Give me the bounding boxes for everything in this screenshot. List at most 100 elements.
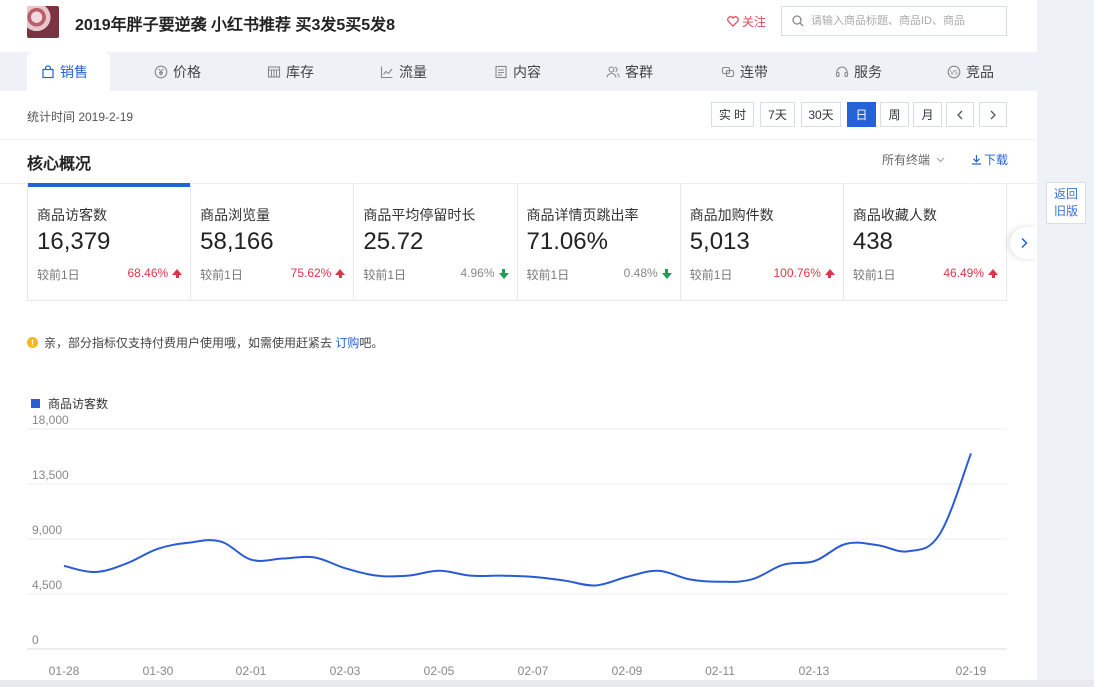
tab-content-label: 内容 — [513, 63, 541, 80]
prev-period-button[interactable] — [946, 102, 974, 127]
arrow-down-icon — [661, 269, 672, 279]
yen-icon — [154, 65, 168, 78]
tab-inventory-label: 库存 — [286, 63, 314, 80]
tab-service[interactable]: 服务 — [835, 52, 882, 91]
bottom-toolbar — [0, 680, 1094, 687]
metric-card-visitors[interactable]: 商品访客数 16,379 较前1日 68.46% — [28, 183, 192, 300]
period-day[interactable]: 日 — [847, 102, 876, 127]
x-tick-label: 02-11 — [705, 664, 735, 678]
metric-value: 71.06% — [526, 228, 608, 255]
arrow-up-icon — [335, 269, 346, 278]
metric-card-bounce-rate[interactable]: 商品详情页跳出率 71.06% 较前1日 0.48% — [518, 183, 681, 300]
divider — [0, 139, 1037, 140]
follow-label: 关注 — [742, 15, 767, 29]
chevron-right-icon — [1020, 237, 1028, 249]
metric-compare-label: 较前1日 — [526, 268, 570, 282]
vs-icon: VS — [947, 65, 961, 78]
series-line-visitors[interactable] — [63, 453, 972, 587]
period-week[interactable]: 周 — [880, 102, 909, 127]
tab-traffic[interactable]: 流量 — [380, 52, 427, 91]
tab-customers-label: 客群 — [625, 63, 653, 80]
metric-card-add-to-cart[interactable]: 商品加购件数 5,013 较前1日 100.76% — [681, 183, 844, 300]
period-30days[interactable]: 30天 — [801, 102, 841, 127]
product-title: 2019年胖子要逆袭 小红书推荐 买3发5买5发8 — [75, 17, 396, 34]
search-input[interactable] — [811, 15, 986, 27]
legend-label: 商品访客数 — [48, 397, 109, 411]
paid-notice: ! 亲，部分指标仅支持付费用户使用哦，如需使用赶紧去 订购吧。 — [27, 334, 383, 351]
download-icon — [972, 155, 981, 165]
chart-legend[interactable]: 商品访客数 — [31, 395, 108, 412]
legend-swatch — [31, 399, 40, 408]
svg-text:VS: VS — [950, 69, 958, 76]
x-tick-label: 02-05 — [424, 664, 455, 678]
metric-card-pageviews[interactable]: 商品浏览量 58,166 较前1日 75.62% — [191, 183, 355, 300]
tab-sales[interactable]: 销售 — [27, 52, 110, 91]
metric-change: 68.46% — [127, 266, 183, 280]
follow-button[interactable]: 关注 — [727, 13, 766, 30]
metric-change: 4.96% — [460, 266, 509, 280]
headset-icon — [835, 66, 849, 77]
tab-customers[interactable]: 客群 — [606, 52, 653, 91]
stat-time: 统计时间 2019-2-19 — [27, 110, 134, 124]
tab-price[interactable]: 价格 — [154, 52, 201, 91]
metric-value: 58,166 — [200, 228, 274, 255]
metric-card-favorites[interactable]: 商品收藏人数 438 较前1日 46.49% — [844, 183, 1008, 300]
metric-change: 75.62% — [291, 266, 346, 280]
x-tick-label: 02-09 — [612, 664, 643, 678]
y-tick-label: 9,000 — [32, 523, 62, 537]
notice-text: 亲，部分指标仅支持付费用户使用哦，如需使用赶紧去 订购吧。 — [44, 334, 383, 351]
terminal-select[interactable]: 所有终端 — [882, 151, 945, 168]
notice-text-before: 亲，部分指标仅支持付费用户使用哦，如需使用赶紧去 — [44, 336, 336, 350]
metric-cards: 商品访客数 16,379 较前1日 68.46% 商品浏览量 58,166 较前… — [27, 183, 1008, 301]
chevron-left-icon — [957, 110, 963, 119]
tab-inventory[interactable]: 库存 — [267, 52, 314, 91]
old-version-line2: 旧版 — [1053, 204, 1078, 218]
product-thumbnail[interactable] — [27, 6, 59, 38]
metric-card-avg-stay[interactable]: 商品平均停留时长 25.72 较前1日 4.96% — [354, 183, 518, 300]
period-realtime[interactable]: 实 时 — [711, 102, 754, 127]
arrow-down-icon — [498, 269, 509, 279]
next-metrics-button[interactable] — [1010, 227, 1037, 259]
period-7days[interactable]: 7天 — [760, 102, 795, 127]
x-tick-label: 02-19 — [956, 664, 987, 678]
visitors-chart: 0 4,500 9,000 13,500 18,000 01-28 01-30 02-01 02… — [27, 415, 1007, 678]
search-icon — [792, 15, 804, 27]
metric-value: 5,013 — [689, 228, 750, 255]
period-month[interactable]: 月 — [913, 102, 942, 127]
bag-icon — [42, 64, 54, 78]
metric-change-value: 46.49% — [943, 266, 985, 280]
chevron-right-icon — [990, 110, 996, 119]
users-icon — [606, 65, 620, 78]
metric-name: 商品详情页跳出率 — [526, 207, 639, 223]
tab-competitors[interactable]: VS 竞品 — [947, 52, 994, 91]
metric-name: 商品访客数 — [37, 207, 107, 223]
terminal-label: 所有终端 — [882, 153, 931, 167]
metric-value: 25.72 — [363, 228, 424, 255]
arrow-up-icon — [988, 269, 999, 278]
tab-content[interactable]: 内容 — [494, 52, 541, 91]
metric-compare-label: 较前1日 — [200, 268, 243, 282]
tab-related[interactable]: 连带 — [721, 52, 768, 91]
right-gutter — [1037, 0, 1094, 687]
metric-value: 16,379 — [37, 228, 111, 255]
x-tick-label: 01-28 — [49, 664, 80, 678]
warehouse-icon — [267, 65, 281, 78]
next-period-button[interactable] — [979, 102, 1007, 127]
notice-text-after: 吧。 — [359, 336, 384, 350]
metric-compare-label: 较前1日 — [689, 268, 733, 282]
y-tick-label: 0 — [32, 633, 39, 647]
metric-change: 100.76% — [773, 266, 835, 280]
metric-compare-label: 较前1日 — [363, 268, 407, 282]
metric-name: 商品收藏人数 — [852, 207, 937, 223]
back-to-old-version-button[interactable]: 返回 旧版 — [1046, 182, 1086, 224]
chevron-down-icon — [936, 157, 945, 162]
tab-related-label: 连带 — [740, 63, 768, 80]
product-search[interactable] — [781, 6, 1007, 36]
metric-change-value: 75.62% — [290, 266, 332, 280]
app-window: 2019年胖子要逆袭 小红书推荐 买3发5买5发8 关注 销售 价格 库存 流量 — [0, 0, 1037, 687]
metric-compare-label: 较前1日 — [37, 268, 80, 282]
subscribe-link[interactable]: 订购 — [335, 336, 359, 350]
module-tabs: 销售 价格 库存 流量 内容 客群 连带 服务 VS 竞品 — [0, 52, 1037, 91]
metric-change-value: 100.76% — [773, 266, 821, 280]
download-button[interactable]: 下载 — [971, 151, 1008, 168]
